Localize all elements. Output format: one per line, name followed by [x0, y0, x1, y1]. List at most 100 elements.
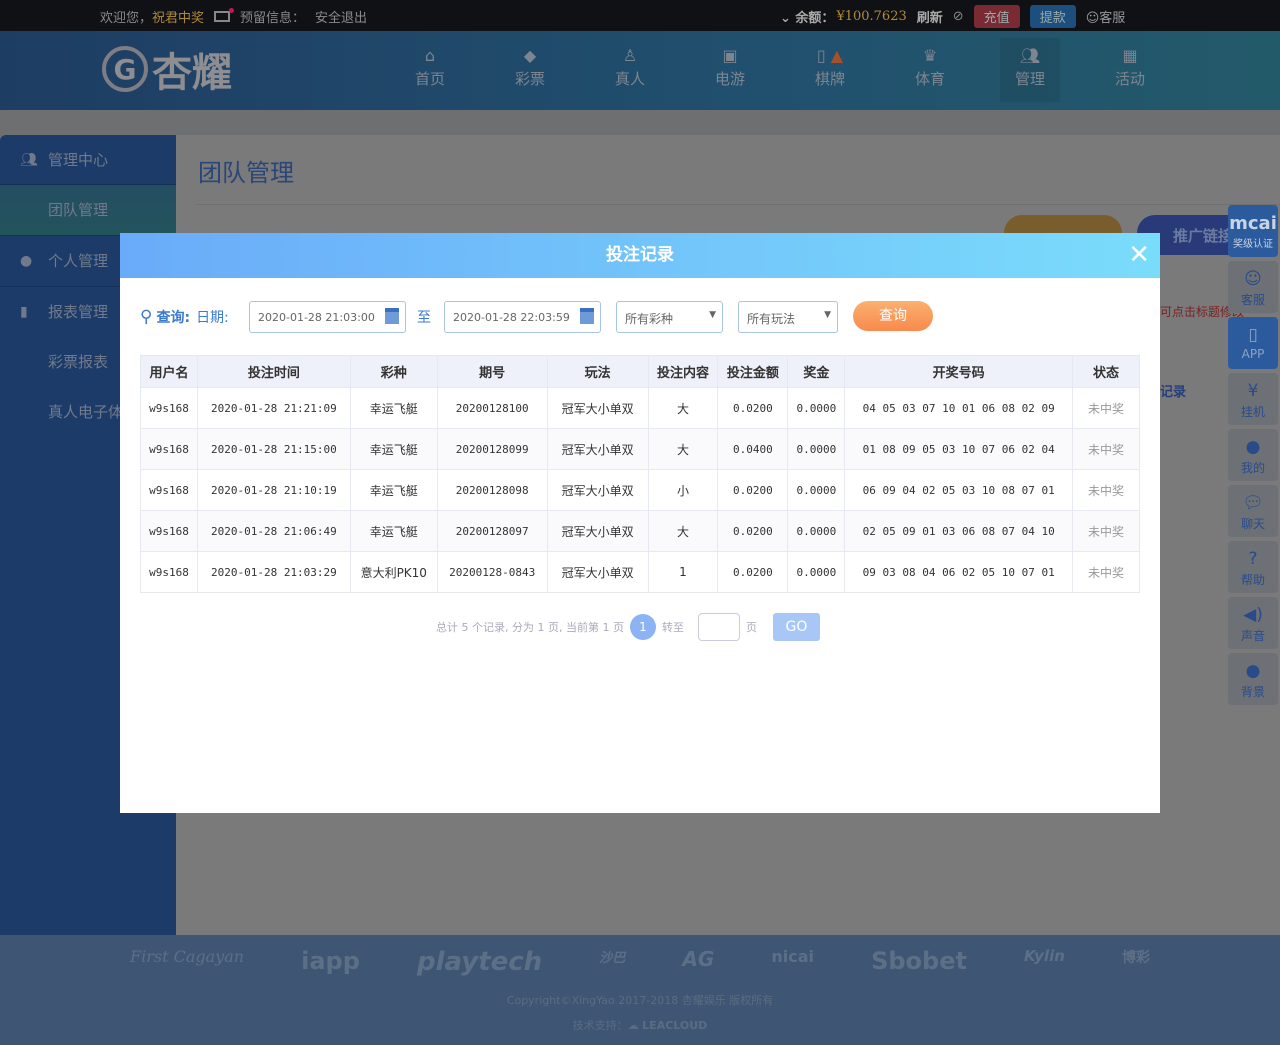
table-cell: 冠军大小单双 — [546, 387, 649, 429]
chevron-down-icon: ▼ — [824, 310, 831, 320]
table-cell: 0.0200 — [717, 551, 789, 593]
table-cell: 1 — [647, 551, 719, 593]
table-row[interactable]: w9s168 2020-01-28 21:10:19 幸运飞艇 20200128098… — [140, 469, 1140, 511]
chat-icon: ☺ — [1085, 11, 1100, 26]
float-background[interactable]: ● 背景 — [1228, 653, 1278, 705]
table-cell: 幸运飞艇 — [349, 387, 438, 429]
table-cell: w9s168 — [140, 387, 198, 429]
sidebar-item-center[interactable]: 👥︎ 管理中心 — [0, 135, 176, 185]
pager-summary: 总计 5 个记录, 分为 1 页, 当前第 1 页 — [436, 621, 624, 634]
floating-toolbar: mcai 奖级认证 ☺ 客服 ▯ APP ¥ 挂机 ● 我的 💬︎ 聊天 ? 帮助 ◀) 声音 … — [1228, 205, 1278, 709]
float-label: 我的 — [1240, 461, 1265, 475]
money-bag-icon: ¥ — [1247, 381, 1259, 401]
table-header: 用户名 投注时间 彩种 期号 玩法 投注内容 投注金额 奖金 开奖号码 状态 — [140, 355, 1140, 388]
table-cell: 冠军大小单双 — [546, 469, 649, 511]
to-label: 至 — [417, 310, 431, 326]
withdraw-button[interactable]: 提款 — [1029, 5, 1076, 28]
calendar-icon[interactable] — [580, 308, 594, 324]
table-cell: 0.0000 — [787, 428, 846, 470]
nav-lottery[interactable]: ◆ 彩票 — [500, 46, 560, 89]
service-link[interactable]: ☺客服 — [1086, 7, 1126, 26]
hide-balance-icon[interactable]: ⊘ — [953, 9, 964, 24]
footer: First Cagayan iapp playtech 沙巴 AG nicai … — [0, 935, 1280, 1045]
calendar-icon[interactable] — [385, 308, 399, 324]
table-cell: 幸运飞艇 — [349, 428, 438, 470]
query-button[interactable]: 查询 — [853, 301, 933, 331]
date-to-input[interactable]: 2020-01-28 22:03:59 — [444, 301, 601, 333]
balance-label-text: 余额： — [795, 11, 835, 26]
close-icon[interactable]: ✕ — [1128, 241, 1150, 269]
table-cell: 0.0000 — [787, 387, 846, 429]
record-link[interactable]: 记录 — [1160, 381, 1186, 400]
table-cell: 幸运飞艇 — [349, 510, 438, 552]
float-label: 挂机 — [1240, 405, 1265, 419]
reserved-info[interactable]: 预留信息： — [240, 7, 305, 26]
table-cell: 0.0200 — [717, 469, 789, 511]
lottery-icon: ◆ — [523, 46, 537, 65]
dealer-icon: ♙ — [622, 46, 638, 65]
nav-chess[interactable]: ▯ ▲ 棋牌 — [800, 46, 860, 89]
promo-link-label: 推广链接 — [1173, 227, 1234, 245]
column-header: 奖金 — [787, 355, 846, 388]
table-cell: 未中奖 — [1072, 551, 1140, 593]
nav-slots[interactable]: ▣ 电游 — [700, 46, 760, 89]
float-app[interactable]: ▯ APP — [1228, 317, 1278, 369]
sidebar-label: 个人管理 — [48, 252, 109, 270]
service-label: 客服 — [1099, 11, 1126, 26]
table-row[interactable]: w9s168 2020-01-28 21:03:29 意大利PK10 20200128… — [140, 551, 1140, 593]
nav-label: 管理 — [1014, 70, 1045, 88]
table-cell: 大 — [647, 510, 719, 552]
go-button[interactable]: GO — [772, 613, 820, 641]
table-cell: w9s168 — [140, 428, 198, 470]
nav-home[interactable]: ⌂ 首页 — [400, 46, 460, 89]
lottery-select[interactable]: 所有彩种 ▼ — [616, 301, 723, 333]
float-help[interactable]: ? 帮助 — [1228, 541, 1278, 593]
page-input[interactable] — [697, 613, 740, 641]
partner-logo: First Cagayan — [130, 947, 245, 966]
chevron-down-icon: ▼ — [709, 310, 716, 320]
play-select[interactable]: 所有玩法 ▼ — [738, 301, 838, 333]
date-to-value: 2020-01-28 22:03:59 — [453, 311, 570, 324]
table-cell: 大 — [647, 428, 719, 470]
username[interactable]: 祝君中奖 — [152, 7, 204, 26]
logout-link[interactable]: 安全退出 — [315, 7, 367, 26]
table-cell: 冠军大小单双 — [546, 551, 649, 593]
table-row[interactable]: w9s168 2020-01-28 21:15:00 幸运飞艇 20200128099… — [140, 428, 1140, 470]
top-bar: 欢迎您， 祝君中奖 预留信息： 安全退出 ⌄ 余额： ¥100.7623 刷新 … — [0, 0, 1280, 31]
table-cell: 幸运飞艇 — [349, 469, 438, 511]
balance-label[interactable]: ⌄ 余额： — [780, 7, 834, 26]
nav-manage[interactable]: 👥︎ 管理 — [1000, 38, 1060, 102]
sidebar-item-team[interactable]: 团队管理 — [0, 185, 176, 235]
report-icon: ▮ — [20, 304, 28, 320]
page-1-button[interactable]: 1 — [629, 614, 656, 640]
mail-icon[interactable] — [214, 8, 235, 22]
table-cell: 0.0400 — [717, 428, 789, 470]
nav-label: 首页 — [414, 70, 445, 88]
partner-logos: First Cagayan iapp playtech 沙巴 AG nicai … — [130, 947, 1150, 977]
date-from-input[interactable]: 2020-01-28 21:03:00 — [249, 301, 406, 333]
table-row[interactable]: w9s168 2020-01-28 21:06:49 幸运飞艇 20200128097… — [140, 510, 1140, 552]
nav-live[interactable]: ♙ 真人 — [600, 46, 660, 89]
table-row[interactable]: w9s168 2020-01-28 21:21:09 幸运飞艇 20200128100… — [140, 387, 1140, 429]
table-cell: 未中奖 — [1072, 387, 1140, 429]
table-cell: 2020-01-28 21:03:29 — [196, 551, 351, 593]
table-cell: 0.0200 — [717, 387, 789, 429]
float-sound[interactable]: ◀) 声音 — [1228, 597, 1278, 649]
nav-promo[interactable]: ▦ 活动 — [1100, 46, 1160, 89]
mcai-badge[interactable]: mcai 奖级认证 — [1228, 205, 1278, 257]
float-hangup[interactable]: ¥ 挂机 — [1228, 373, 1278, 425]
deposit-button[interactable]: 充值 — [973, 5, 1020, 28]
float-chat[interactable]: 💬︎ 聊天 — [1228, 485, 1278, 537]
palette-icon: ● — [1245, 661, 1261, 681]
float-mine[interactable]: ● 我的 — [1228, 429, 1278, 481]
nav-label: 彩票 — [514, 70, 545, 88]
logo[interactable]: G 杏耀 — [102, 40, 232, 98]
gift-icon: ▦ — [1122, 46, 1138, 65]
partner-logo: iapp — [301, 947, 360, 975]
nav-sports[interactable]: ♛ 体育 — [900, 46, 960, 89]
table-cell: w9s168 — [140, 510, 198, 552]
nav-label: 体育 — [914, 70, 945, 88]
refresh-button[interactable]: 刷新 — [917, 7, 943, 26]
float-service[interactable]: ☺ 客服 — [1228, 261, 1278, 313]
partner-logo: 博彩 — [1121, 950, 1150, 966]
